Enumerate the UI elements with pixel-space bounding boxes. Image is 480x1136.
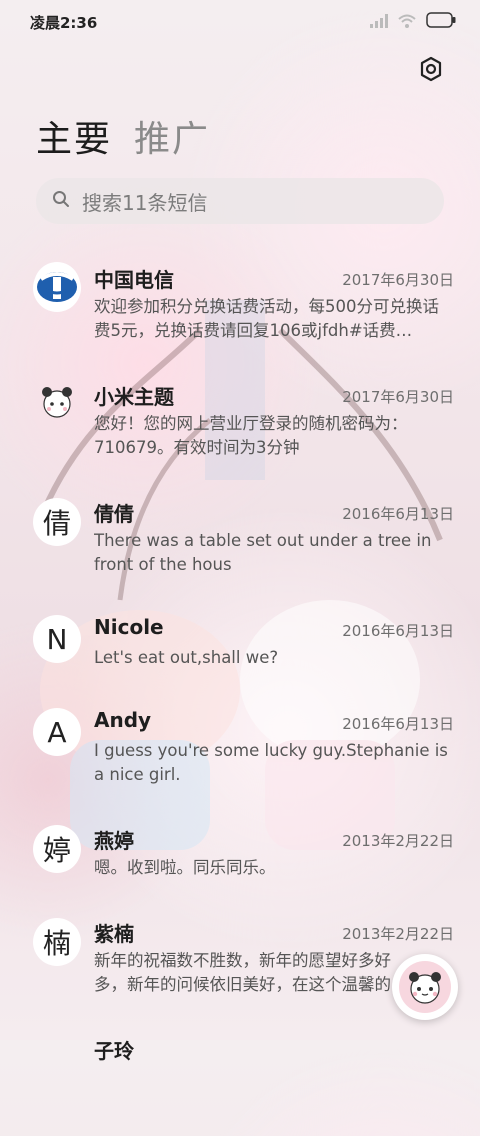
conversation-item[interactable]: 中国电信 2017年6月30日 欢迎参加积分兑换话费活动，每500分可兑换话费5… [0, 250, 480, 365]
status-bar: 凌晨2:36 [0, 0, 480, 44]
tab-bar: 主要 推广 [36, 110, 210, 162]
new-message-button[interactable] [392, 954, 458, 1020]
message-date: 2017年6月30日 [342, 388, 454, 406]
search-bar[interactable]: 搜索11条短信 [36, 178, 444, 224]
avatar: A [33, 708, 81, 756]
message-date: 2016年6月13日 [342, 622, 454, 640]
contact-name: 燕婷 [94, 829, 134, 853]
message-preview: 欢迎参加积分兑换话费活动，每500分可兑换话费5元，兑换话费请回复106或jfd… [94, 297, 439, 340]
avatar: 婷 [33, 825, 81, 873]
contact-name: 倩倩 [94, 502, 134, 526]
settings-button[interactable] [418, 56, 444, 82]
message-date: 2013年2月22日 [342, 925, 454, 943]
tab-primary[interactable]: 主要 [36, 110, 112, 162]
search-input[interactable]: 搜索11条短信 [82, 187, 207, 216]
message-preview: I guess you're some lucky guy.Stephanie … [94, 741, 448, 784]
contact-name: 小米主题 [94, 385, 174, 409]
message-date: 2016年6月13日 [342, 715, 454, 733]
panda-fab-icon [399, 961, 451, 1013]
contact-name: Nicole [94, 615, 164, 639]
search-icon [52, 190, 70, 212]
contact-name: 紫楠 [94, 922, 134, 946]
contact-name: 中国电信 [94, 268, 174, 292]
gear-icon [418, 56, 444, 86]
message-preview: Let's eat out,shall we? [94, 648, 279, 667]
message-preview: 新年的祝福数不胜数，新年的愿望好多好多，新年的问候依旧美好，在这个温馨的时刻 [94, 951, 391, 994]
wifi-icon [398, 13, 416, 32]
conversation-item[interactable]: 子玲 [0, 1021, 480, 1136]
message-preview: 嗯。收到啦。同乐同乐。 [94, 858, 276, 877]
avatar [33, 261, 81, 312]
telecom-logo-icon [33, 261, 81, 316]
conversation-item[interactable]: 倩 倩倩 2016年6月13日 There was a table set ou… [0, 484, 480, 599]
message-preview: There was a table set out under a tree i… [94, 531, 432, 574]
avatar: 倩 [33, 498, 81, 546]
contact-name: 子玲 [94, 1039, 134, 1063]
avatar [33, 381, 81, 429]
conversation-item[interactable]: A Andy 2016年6月13日 I guess you're some lu… [0, 694, 480, 809]
message-date: 2013年2月22日 [342, 832, 454, 850]
status-time: 凌晨2:36 [30, 14, 98, 32]
message-date: 2017年6月30日 [342, 271, 454, 289]
panda-sticker-icon [39, 384, 75, 427]
avatar: 楠 [33, 918, 81, 966]
status-icons [370, 12, 456, 32]
message-preview: 您好！您的网上营业厅登录的随机密码为：710679。有效时间为3分钟 [94, 414, 408, 457]
signal-icon [370, 13, 388, 32]
message-date: 2016年6月13日 [342, 505, 454, 523]
contact-name: Andy [94, 708, 152, 732]
conversation-item[interactable]: 小米主题 2017年6月30日 您好！您的网上营业厅登录的随机密码为：71067… [0, 367, 480, 482]
avatar: N [33, 615, 81, 663]
tab-promotions[interactable]: 推广 [134, 110, 210, 162]
battery-icon [426, 12, 456, 32]
